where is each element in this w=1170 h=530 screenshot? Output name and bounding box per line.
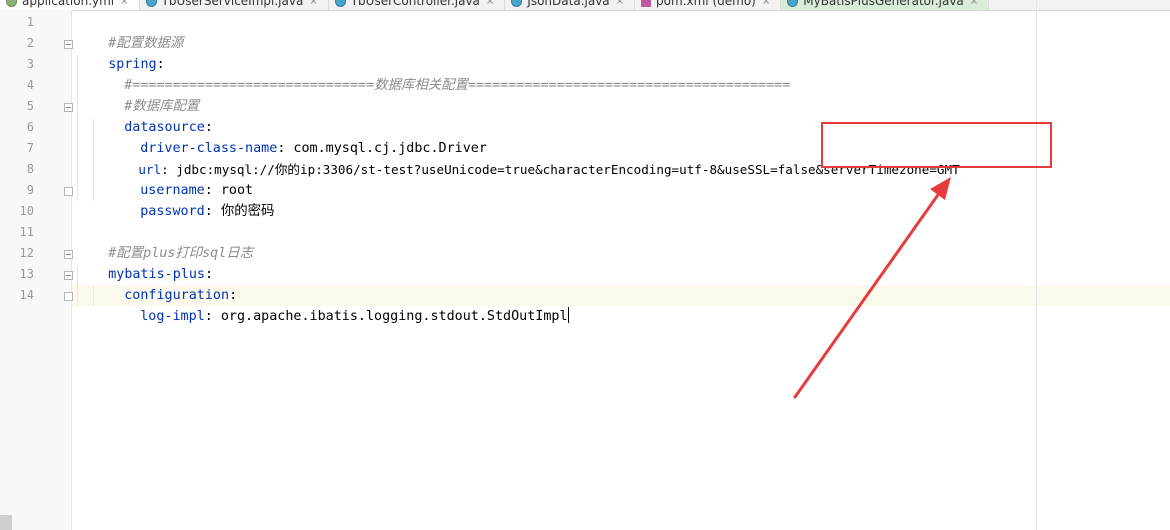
code-line-11[interactable]: #配置plus打印sql日志 (76, 222, 253, 261)
line-number: 3 (26, 57, 34, 71)
yaml-key: password (140, 204, 205, 219)
fold-collapse-icon[interactable] (64, 271, 73, 280)
line-number: 7 (26, 141, 34, 155)
close-icon[interactable]: × (970, 0, 978, 7)
tab-tbusercontroller[interactable]: TbUserController.java × (329, 0, 506, 10)
line-number: 2 (26, 36, 34, 50)
fold-collapse-icon[interactable] (64, 40, 73, 49)
code-line-12[interactable]: mybatis-plus: (76, 243, 213, 282)
java-class-icon (145, 0, 157, 7)
close-icon[interactable]: × (762, 0, 770, 7)
code-line-3[interactable]: #==============================数据库相关配置==… (92, 54, 790, 93)
code-line-9[interactable]: password: 你的密码 (108, 180, 274, 219)
tab-label: TbUserController.java (350, 0, 480, 8)
line-number: 1 (26, 15, 34, 29)
tab-jsondata[interactable]: JsonData.java × (505, 0, 636, 10)
line-number: 13 (19, 267, 34, 281)
code-line-4[interactable]: #数据库配置 (92, 75, 199, 114)
yaml-comment: #==============================数据库相关配置==… (124, 78, 791, 93)
java-class-icon (511, 0, 523, 7)
annotation-arrow-head (930, 177, 951, 200)
fold-collapse-icon[interactable] (64, 250, 73, 259)
code-line-8[interactable]: username: root (108, 159, 253, 198)
close-icon[interactable]: × (486, 0, 494, 7)
tab-label: application.yml (22, 0, 115, 8)
line-number: 14 (19, 288, 34, 302)
yaml-value: 你的密码 (212, 204, 275, 219)
line-number: 4 (26, 78, 34, 92)
code-line-13[interactable]: configuration: (92, 264, 237, 303)
ide-window: application.yml × TbUserServiceImpl.java… (0, 0, 1170, 530)
close-icon[interactable]: × (309, 0, 317, 7)
scrollbar-corner (0, 515, 12, 530)
maven-icon (641, 0, 652, 7)
code-line-14[interactable]: log-impl: org.apache.ibatis.logging.stdo… (108, 285, 569, 324)
line-number: 10 (19, 204, 34, 218)
tab-mybatisplusgenerator[interactable]: MyBatisPlusGenerator.java × (781, 0, 990, 10)
code-line-2[interactable]: spring: (76, 33, 164, 72)
tab-label: TbUserServiceImpl.java (161, 0, 304, 8)
java-class-icon (787, 0, 799, 7)
tab-pom-xml[interactable]: pom.xml (demo) × (635, 0, 782, 10)
yaml-colon: : (204, 204, 213, 219)
code-line-1[interactable]: #配置数据源 (76, 12, 183, 51)
tab-label: pom.xml (demo) (656, 0, 756, 8)
line-number: 11 (19, 225, 34, 239)
line-number: 8 (26, 162, 34, 176)
editor-tab-bar: application.yml × TbUserServiceImpl.java… (0, 0, 1170, 11)
line-number: 9 (26, 183, 34, 197)
line-number-gutter: 1 2 3 4 5 6 7 8 9 10 11 12 13 14 (0, 10, 73, 530)
line-number: 5 (26, 99, 34, 113)
tab-label: MyBatisPlusGenerator.java (803, 0, 964, 8)
fold-end-icon[interactable] (64, 187, 73, 196)
yaml-key: log-impl (140, 309, 205, 324)
close-icon[interactable]: × (120, 0, 128, 7)
annotation-highlight-box (821, 122, 1052, 168)
tab-application-yml[interactable]: application.yml × (0, 0, 140, 10)
yaml-colon: : (204, 309, 213, 324)
line-number: 12 (19, 246, 34, 260)
close-icon[interactable]: × (616, 0, 624, 7)
java-class-icon (334, 0, 346, 7)
fold-collapse-icon[interactable] (64, 103, 73, 112)
tab-label: JsonData.java (527, 0, 610, 8)
tab-tbuserserviceimpl[interactable]: TbUserServiceImpl.java × (140, 0, 329, 10)
code-line-6[interactable]: driver-class-name: com.mysql.cj.jdbc.Dri… (108, 117, 487, 156)
text-caret (567, 307, 569, 323)
code-line-5[interactable]: datasource: (92, 96, 213, 135)
yaml-value: org.apache.ibatis.logging.stdout.StdOutI… (212, 309, 568, 324)
yml-file-icon (6, 0, 17, 7)
fold-end-icon[interactable] (64, 292, 73, 301)
right-margin-guide (1036, 0, 1037, 530)
line-number: 6 (26, 120, 34, 134)
